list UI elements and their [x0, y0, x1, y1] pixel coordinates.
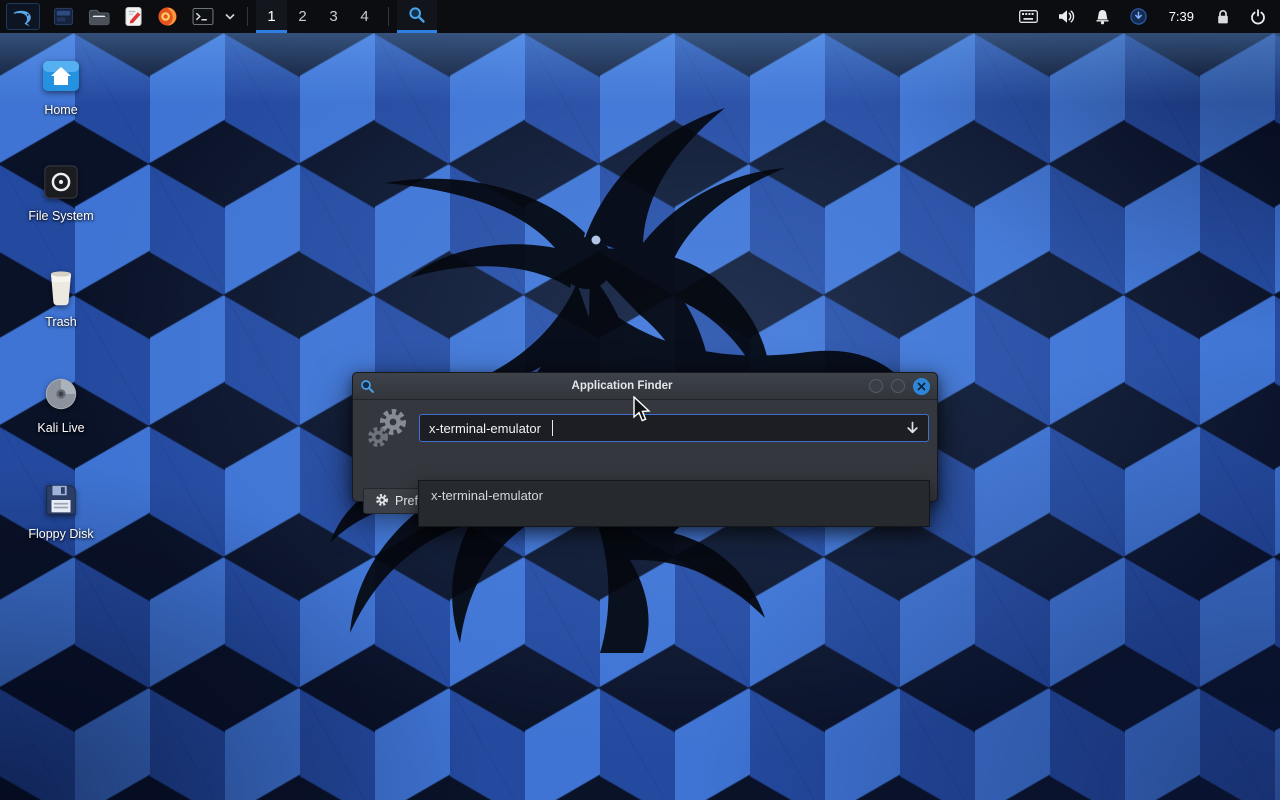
- maximize-button[interactable]: [891, 379, 905, 393]
- desktop-icon-label: Home: [44, 103, 77, 117]
- applications-menu-button[interactable]: [6, 3, 40, 30]
- lock-icon: [1216, 9, 1230, 25]
- desktop-icon-home[interactable]: Home: [18, 55, 104, 117]
- disc-icon: [40, 373, 82, 415]
- desktop: Home File System: [0, 33, 1280, 800]
- combo-arrow-down-icon[interactable]: [906, 421, 919, 435]
- launcher-places[interactable]: [46, 0, 81, 33]
- application-finder-icon: [408, 6, 426, 27]
- desktop-icon-label: Trash: [45, 315, 77, 329]
- workspace-4[interactable]: 4: [349, 0, 380, 33]
- text-caret: [552, 420, 554, 436]
- desktop-icon-kali-live[interactable]: Kali Live: [18, 373, 104, 435]
- keyboard-layout-button[interactable]: [1011, 0, 1046, 33]
- gear-icon: [375, 493, 389, 510]
- firefox-icon: [157, 6, 178, 27]
- desktop-icon-label: Floppy Disk: [28, 527, 93, 541]
- window-titlebar[interactable]: Application Finder: [353, 373, 937, 400]
- status-circle-button[interactable]: [1122, 0, 1155, 33]
- window-title: Application Finder: [383, 380, 861, 392]
- power-button[interactable]: [1242, 0, 1274, 33]
- floppy-icon: [40, 479, 82, 521]
- notifications-icon: [1095, 9, 1110, 25]
- kali-dragon-wallpaper-art: [255, 73, 915, 653]
- workspace-2[interactable]: 2: [287, 0, 318, 33]
- volume-icon: [1058, 9, 1075, 24]
- launcher-terminal[interactable]: [185, 0, 221, 33]
- dropdown-item[interactable]: x-terminal-emulator: [419, 481, 929, 510]
- notifications-button[interactable]: [1087, 0, 1118, 33]
- launcher-file-manager[interactable]: [81, 0, 117, 33]
- filesystem-icon: [40, 161, 82, 203]
- top-panel: 1 2 3 4: [0, 0, 1280, 33]
- desktop-icon-label: File System: [28, 209, 93, 223]
- clock[interactable]: 7:39: [1159, 9, 1204, 24]
- file-manager-icon: [88, 7, 110, 27]
- desktop-icon-file-system[interactable]: File System: [18, 161, 104, 223]
- workspace-switcher: 1 2 3 4: [256, 0, 380, 33]
- text-editor-icon: [124, 6, 143, 27]
- search-input-value: x-terminal-emulator: [429, 421, 541, 436]
- volume-button[interactable]: [1050, 0, 1083, 33]
- taskbar-application-finder-button[interactable]: [397, 0, 437, 33]
- places-icon: [53, 6, 74, 27]
- application-finder-icon: [360, 379, 375, 394]
- terminal-icon: [192, 7, 214, 26]
- keyboard-icon: [1019, 10, 1038, 23]
- desktop-icon-label: Kali Live: [37, 421, 84, 435]
- kali-menu-icon: [12, 7, 34, 27]
- gears-icon: [365, 406, 411, 455]
- minimize-button[interactable]: [869, 379, 883, 393]
- trash-icon: [40, 267, 82, 309]
- chevron-down-icon: [225, 13, 235, 20]
- application-finder-window: Application Finder: [352, 372, 938, 502]
- status-circle-icon: [1130, 8, 1147, 25]
- close-icon: [917, 379, 926, 394]
- power-icon: [1250, 9, 1266, 25]
- home-folder-icon: [40, 55, 82, 97]
- lock-screen-button[interactable]: [1208, 0, 1238, 33]
- terminal-dropdown-button[interactable]: [221, 0, 239, 33]
- screen: 1 2 3 4: [0, 0, 1280, 800]
- system-tray: 7:39: [1011, 0, 1274, 33]
- panel-separator: [388, 7, 389, 26]
- desktop-icon-trash[interactable]: Trash: [18, 267, 104, 329]
- window-body: x-terminal-emulator: [353, 400, 937, 502]
- workspace-1[interactable]: 1: [256, 0, 287, 33]
- search-input[interactable]: x-terminal-emulator: [419, 414, 929, 442]
- completion-dropdown: x-terminal-emulator: [418, 480, 930, 527]
- launcher-firefox[interactable]: [150, 0, 185, 33]
- close-button[interactable]: [913, 378, 930, 395]
- workspace-3[interactable]: 3: [318, 0, 349, 33]
- desktop-icon-floppy-disk[interactable]: Floppy Disk: [18, 479, 104, 541]
- panel-separator: [247, 7, 248, 26]
- launcher-text-editor[interactable]: [117, 0, 150, 33]
- desktop-icon-list: Home File System: [18, 55, 104, 541]
